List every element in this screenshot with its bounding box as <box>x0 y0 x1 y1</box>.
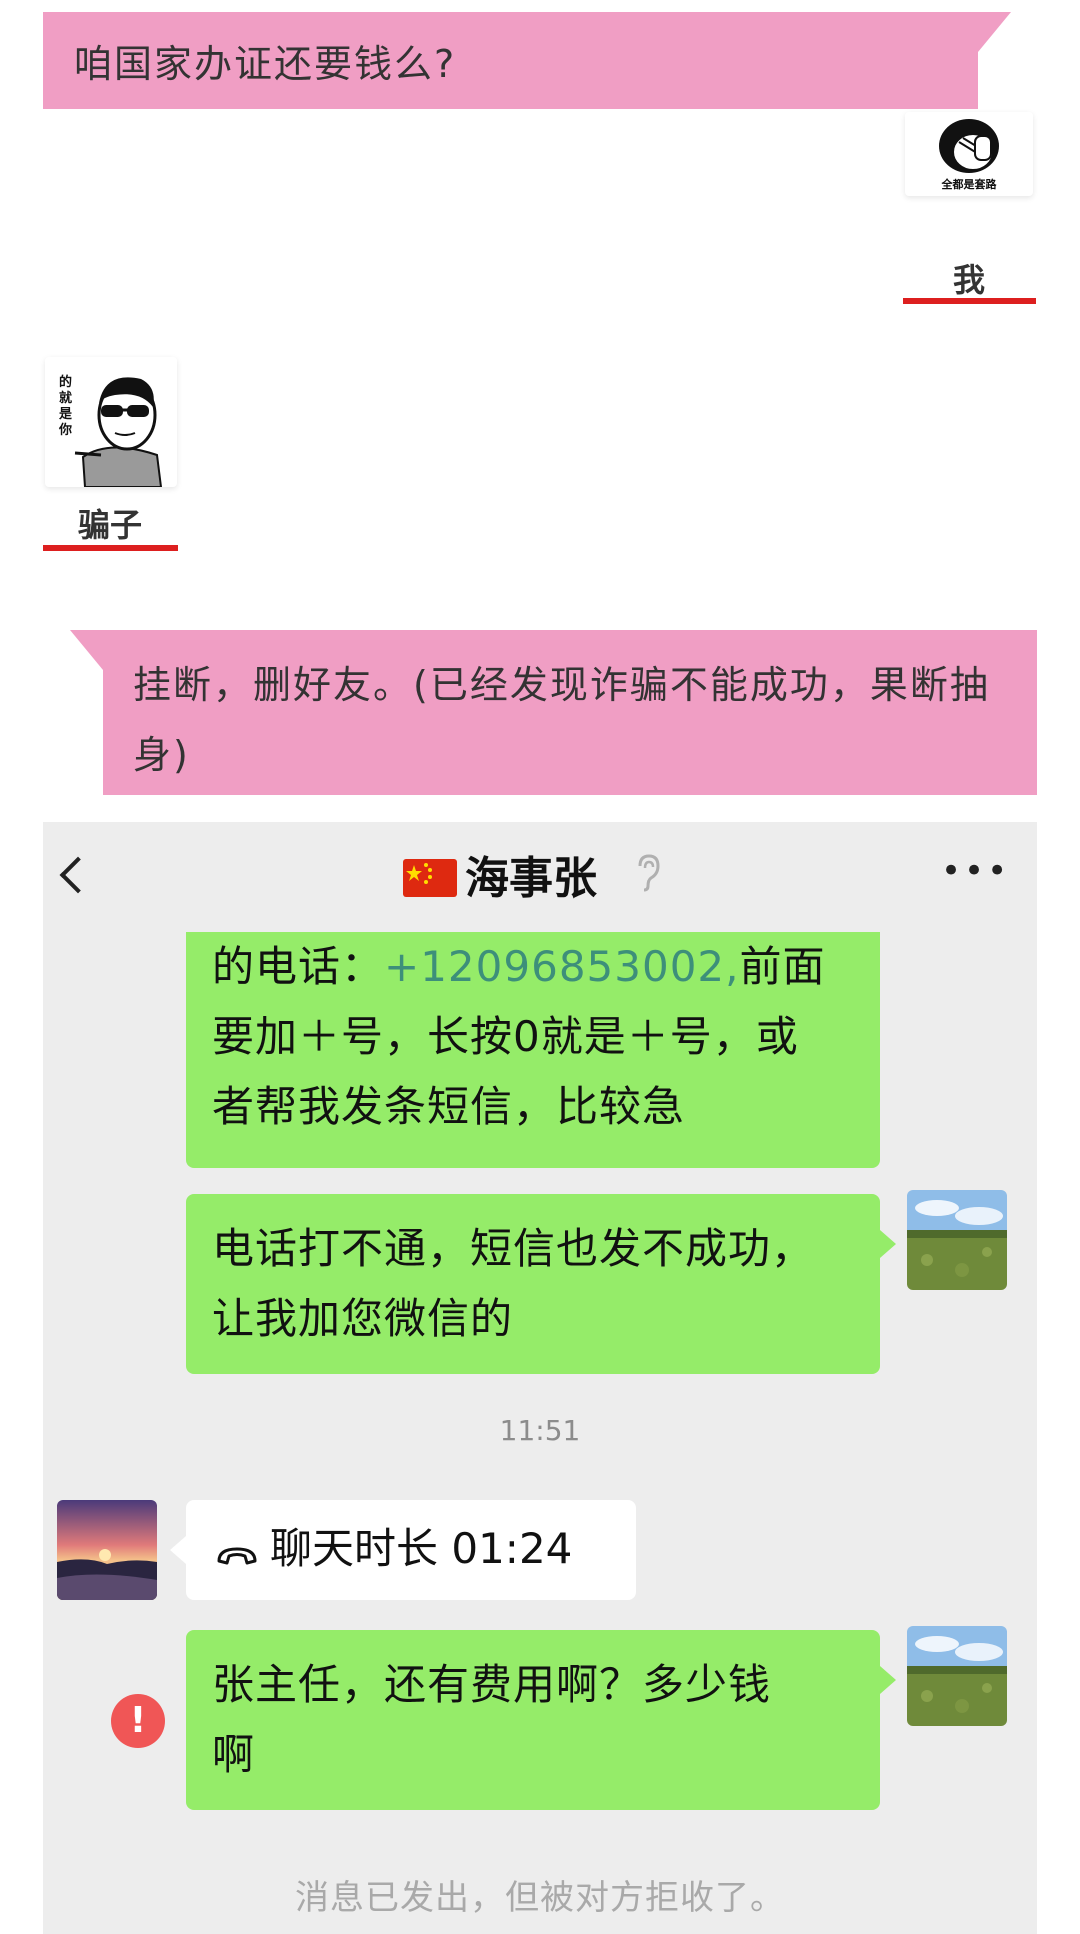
question-text: 咱国家办证还要钱么? <box>74 42 457 86</box>
message-2-line-1: 电话打不通，短信也发不成功， <box>212 1224 815 1273</box>
sunset-avatar-icon <box>57 1500 157 1600</box>
call-duration-text: 聊天时长 01:24 <box>270 1524 573 1573</box>
facepalm-sticker-icon <box>939 119 999 173</box>
phone-hangup-icon <box>217 1547 257 1565</box>
chevron-left-icon[interactable] <box>59 856 97 894</box>
action-bubble: 挂断，删好友。(已经发现诈骗不能成功，果断抽身) <box>70 630 1037 795</box>
message-bubble-1[interactable]: 的电话：+12096853002,前面 要加＋号，长按0就是＋号，或 者帮我发条… <box>186 932 880 1168</box>
chat-screenshot: 海事张 ••• 的电话：+12096853002,前面 要加＋号，长按0就是＋号… <box>43 822 1037 1934</box>
landscape-avatar-icon <box>907 1626 1007 1726</box>
my-avatar[interactable] <box>907 1190 1007 1290</box>
send-failed-icon[interactable]: ! <box>111 1694 165 1748</box>
message-2-line-2: 让我加您微信的 <box>212 1294 514 1343</box>
me-label: 我 <box>952 261 985 299</box>
message-1-suffix: 前面 <box>739 942 826 991</box>
landscape-avatar-icon <box>907 1190 1007 1290</box>
phone-number-link[interactable]: +12096853002, <box>384 942 739 991</box>
ear-icon <box>638 854 660 892</box>
message-3-line-1: 张主任，还有费用啊？多少钱 <box>212 1660 772 1709</box>
action-text: 挂断，删好友。(已经发现诈骗不能成功，果断抽身) <box>133 663 990 777</box>
scammer-label-underline <box>43 545 178 551</box>
message-bubble-2[interactable]: 电话打不通，短信也发不成功， 让我加您微信的 <box>186 1194 896 1374</box>
me-label-underline <box>903 298 1036 304</box>
china-flag-icon <box>403 859 457 897</box>
question-bubble: 咱国家办证还要钱么? <box>43 12 1011 109</box>
call-record-bubble[interactable]: 聊天时长 01:24 <box>170 1500 636 1600</box>
scammer-sticker: 的就是你 <box>45 357 177 487</box>
chat-title[interactable]: 海事张 <box>403 842 597 906</box>
message-1-line-2: 要加＋号，长按0就是＋号，或 <box>212 1012 799 1061</box>
scammer-sticker-text: 的就是你 <box>59 375 73 438</box>
my-avatar-2[interactable] <box>907 1626 1007 1726</box>
message-bubble-3[interactable]: 张主任，还有费用啊？多少钱 啊 <box>186 1630 896 1810</box>
rejected-system-notice: 消息已发出，但被对方拒收了。 <box>295 1878 785 1918</box>
message-1-line-3: 者帮我发条短信，比较急 <box>212 1082 686 1131</box>
scammer-label: 骗子 <box>77 506 142 544</box>
timestamp: 11:51 <box>499 1414 581 1447</box>
message-3-line-2: 啊 <box>212 1730 256 1779</box>
message-1-prefix: 的电话： <box>212 942 385 991</box>
contact-avatar[interactable] <box>57 1500 157 1600</box>
me-sticker-caption: 全都是套路 <box>941 178 997 191</box>
me-sticker: 全都是套路 <box>905 112 1033 196</box>
more-dots-icon[interactable]: ••• <box>941 854 1010 888</box>
message-1-line-1: 的电话：+12096853002,前面 <box>212 932 854 1002</box>
contact-name: 海事张 <box>465 853 597 904</box>
